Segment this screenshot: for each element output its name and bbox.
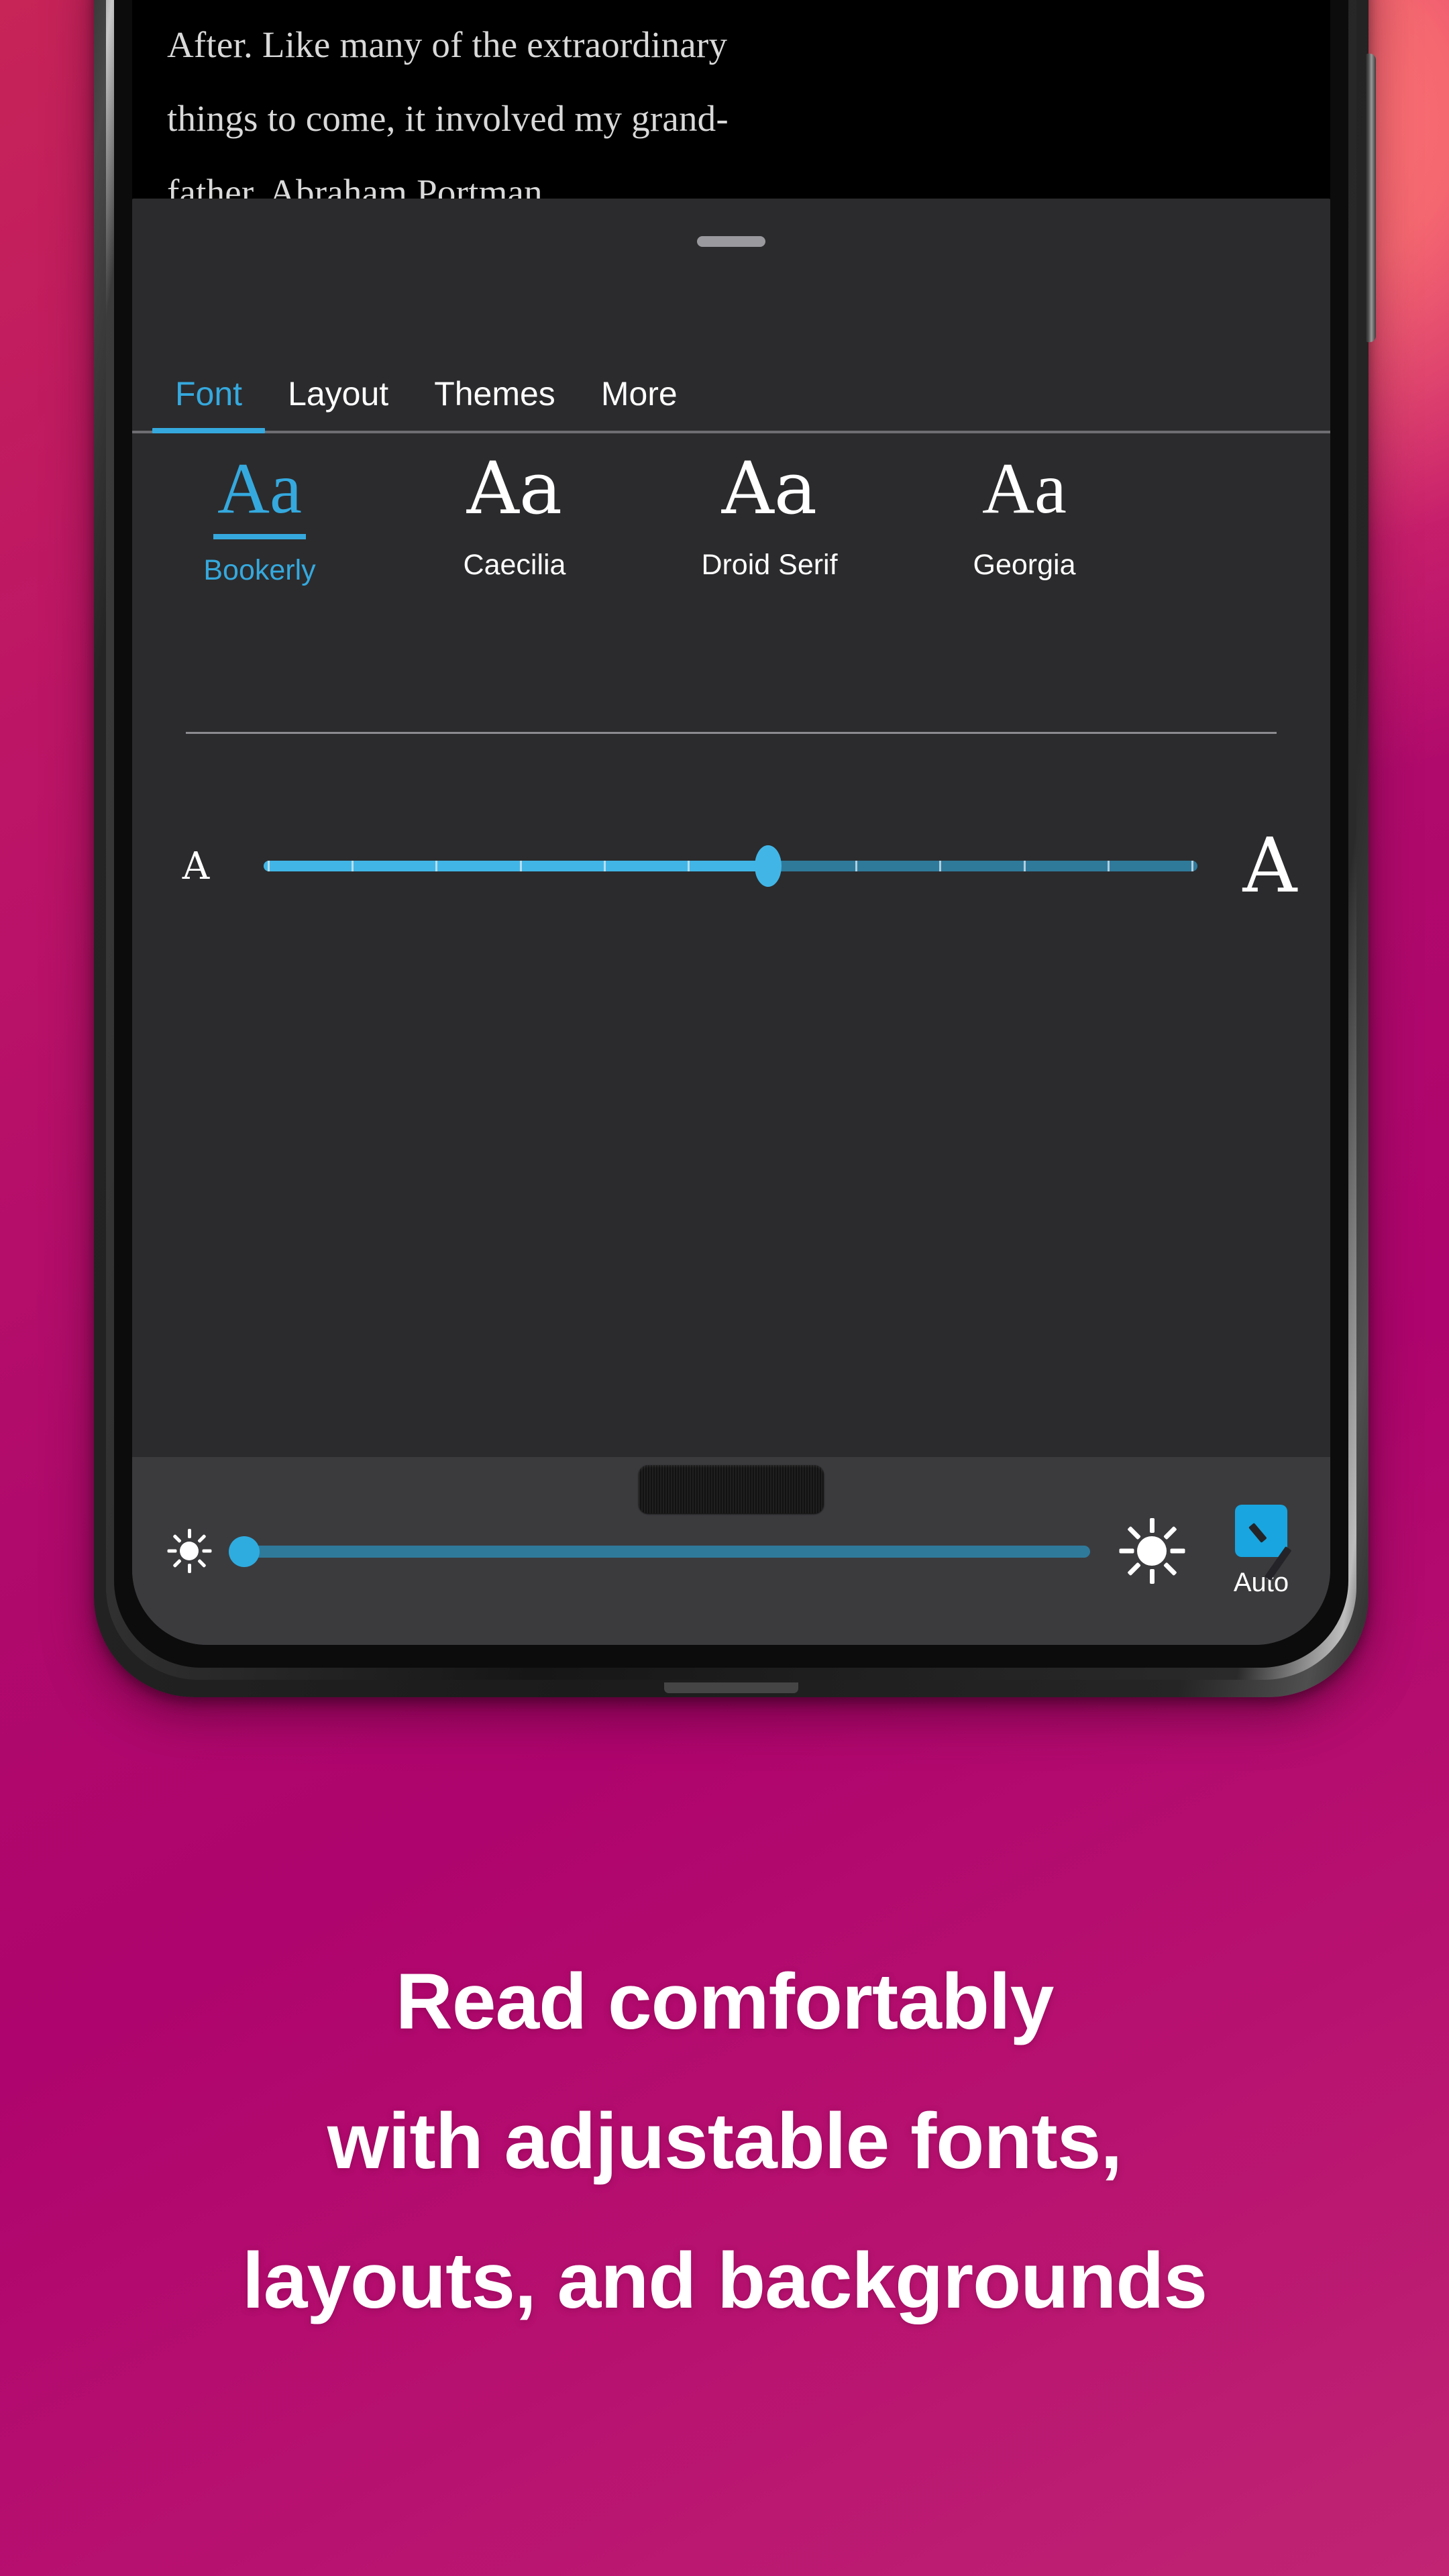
- sun-large-icon: [1113, 1512, 1191, 1590]
- frame-bottom-notch: [664, 1682, 798, 1693]
- font-option-label: Georgia: [973, 549, 1076, 581]
- power-button[interactable]: [1365, 54, 1376, 342]
- reader-line-text: After. Like many of the extraordinary: [167, 24, 728, 65]
- font-size-control: A A: [132, 789, 1330, 943]
- font-sample-glyph: Aa: [982, 449, 1067, 529]
- font-option-label: Caecilia: [463, 549, 566, 581]
- caption-line-3: layouts, and backgrounds: [241, 2237, 1208, 2325]
- reader-line: After. Like many of the extraordinary: [167, 8, 1295, 82]
- tab-layout[interactable]: Layout: [265, 374, 411, 431]
- settings-tab-bar: Font Layout Themes More: [132, 316, 1330, 433]
- font-choice-list[interactable]: Aa Bookerly Aa Caecilia Aa Droid Serif A…: [132, 433, 1330, 608]
- promo-screenshot-card: y e g g y , , split my life into halves:…: [0, 0, 1449, 2576]
- font-size-ticks: [264, 861, 1197, 871]
- marketing-caption: Read comfortably with adjustable fonts, …: [0, 1932, 1449, 2351]
- phone-device-mockup: y e g g y , , split my life into halves:…: [94, 0, 1376, 1697]
- phone-screen: y e g g y , , split my life into halves:…: [132, 0, 1330, 1645]
- reader-line: split my life into halves: Before and: [167, 0, 1295, 8]
- font-sample-glyph: Aa: [213, 452, 306, 539]
- checkmark-icon[interactable]: [1235, 1504, 1292, 1580]
- tab-font[interactable]: Font: [152, 374, 266, 433]
- caption-line-2: with adjustable fonts,: [327, 2097, 1122, 2186]
- reader-line: things to come, it involved my grand-: [167, 82, 1295, 156]
- font-size-large-label: A: [1242, 822, 1297, 910]
- sun-small-icon: [160, 1522, 218, 1580]
- font-size-slider[interactable]: [264, 845, 1197, 887]
- section-divider: [186, 732, 1277, 734]
- tab-themes[interactable]: Themes: [411, 374, 578, 431]
- font-option-label: Bookerly: [203, 554, 316, 586]
- sheet-drag-handle[interactable]: [697, 236, 765, 247]
- reader-page[interactable]: y e g g y , , split my life into halves:…: [132, 0, 1330, 286]
- font-size-small-label: A: [182, 844, 210, 888]
- tab-more[interactable]: More: [578, 374, 700, 431]
- speaker-grille: [639, 1465, 824, 1513]
- font-option-label: Droid Serif: [701, 549, 838, 581]
- font-sample-glyph: Aa: [721, 447, 818, 531]
- reading-settings-sheet: Font Layout Themes More Aa Bookerly Aa C…: [132, 199, 1330, 1645]
- font-sample-glyph: Aa: [466, 447, 563, 531]
- font-size-slider-thumb[interactable]: [754, 845, 782, 887]
- font-option-droid-serif[interactable]: Aa Droid Serif: [642, 433, 897, 582]
- auto-brightness-toggle[interactable]: Auto: [1211, 1504, 1311, 1598]
- reader-line-text: things to come, it involved my grand-: [167, 98, 729, 139]
- font-option-caecilia[interactable]: Aa Caecilia: [387, 433, 642, 582]
- font-option-georgia[interactable]: Aa Georgia: [897, 433, 1152, 582]
- brightness-track: [233, 1546, 1090, 1558]
- caption-line-1: Read comfortably: [395, 1957, 1055, 2046]
- auto-brightness-label: Auto: [1233, 1567, 1289, 1597]
- brightness-slider[interactable]: [229, 1532, 1090, 1570]
- brightness-slider-thumb[interactable]: [229, 1536, 260, 1567]
- font-option-bookerly[interactable]: Aa Bookerly: [132, 433, 387, 587]
